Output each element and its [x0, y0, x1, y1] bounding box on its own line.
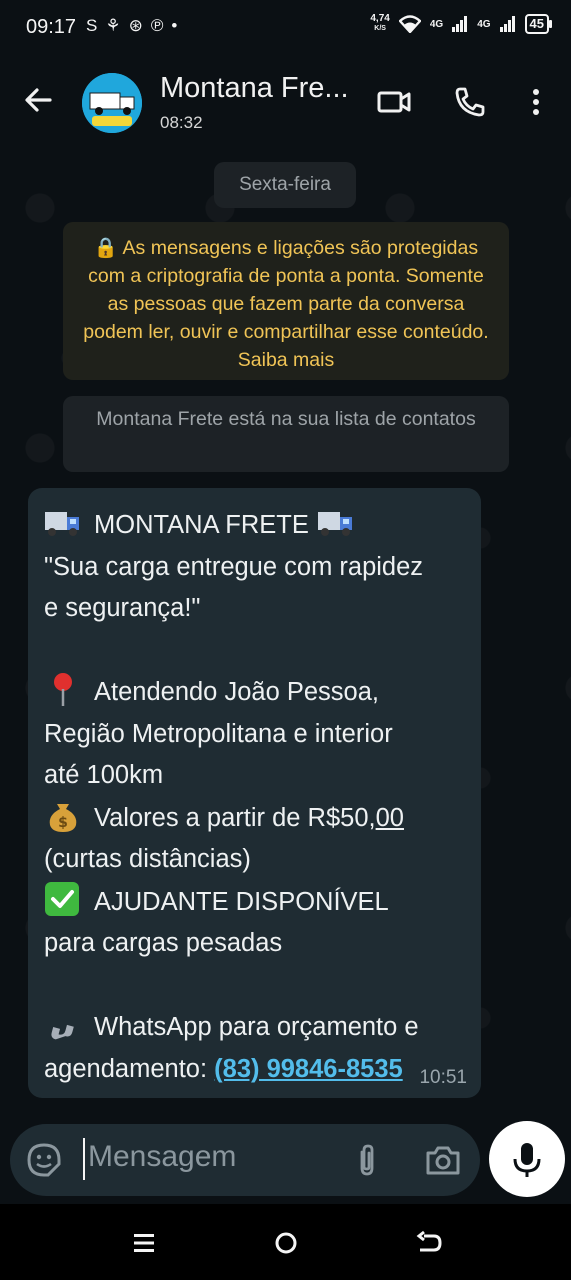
money-bag-emoji-icon: $ — [49, 803, 77, 832]
s-app-icon: S — [86, 16, 98, 35]
game-app-icon: ⊛ — [128, 16, 143, 35]
message-time: 10:51 — [419, 1067, 467, 1088]
network-4g-2: 4G — [477, 18, 491, 30]
recent-apps-icon[interactable] — [129, 1228, 159, 1258]
network-4g-1: 4G — [429, 18, 444, 30]
message-line: Atendendo João Pessoa, — [44, 671, 465, 714]
camera-icon[interactable] — [424, 1142, 462, 1178]
message-line: e segurança!" — [44, 594, 201, 622]
microphone-icon — [513, 1143, 541, 1177]
video-call-icon[interactable] — [376, 84, 412, 120]
contact-notice: Montana Frete está na sua lista de conta… — [63, 396, 509, 472]
message-line: "Sua carga entregue com rapidez — [44, 552, 424, 581]
flower-app-icon: ⚘ — [105, 16, 121, 35]
message-line: Região Metropolitana e interior — [44, 719, 393, 748]
signal-icon-2 — [499, 16, 515, 32]
last-seen: 08:32 — [160, 113, 203, 132]
date-chip: Sexta-feira — [214, 162, 356, 208]
system-icons: 4,74 K/S 4G 4G 45 — [370, 13, 553, 34]
text-cursor — [83, 1138, 85, 1180]
status-time: 09:17 — [26, 16, 77, 38]
truck-emoji-icon — [317, 512, 352, 536]
svg-text:$: $ — [58, 815, 68, 831]
microphone-button[interactable] — [489, 1121, 565, 1197]
message-line: até 100km — [44, 761, 164, 789]
pinterest-icon: ℗ — [150, 16, 164, 35]
voice-call-icon[interactable] — [452, 84, 488, 120]
attachment-clip-icon[interactable] — [350, 1142, 384, 1178]
truck-logo-icon — [82, 73, 142, 133]
back-nav-icon[interactable] — [414, 1228, 444, 1258]
message-line: AJUDANTE DISPONÍVEL — [44, 881, 465, 924]
sticker-emoji-icon[interactable] — [26, 1142, 62, 1178]
status-bar: 09:17 S ⚘ ⊛ ℗ • 4,74 K/S 4G 4G 45 — [0, 0, 571, 58]
message-bubble[interactable]: MONTANA FRETE "Sua carga entregue com ra… — [28, 488, 481, 1098]
chat-header: Montana Fre... 08:32 — [0, 58, 571, 148]
encryption-notice[interactable]: 🔒 As mensagens e ligações são protegidas… — [63, 222, 509, 380]
truck-emoji-icon — [45, 512, 79, 536]
more-notifications-dot-icon: • — [171, 16, 178, 35]
message-input[interactable]: Mensagem — [88, 1140, 236, 1174]
back-arrow-icon[interactable] — [20, 82, 56, 118]
message-line: MONTANA FRETE — [44, 504, 465, 547]
system-nav-bar — [0, 1204, 571, 1280]
more-options-icon[interactable] — [518, 84, 554, 120]
message-title: MONTANA FRETE — [94, 511, 309, 539]
message-line: agendamento: (83) 99846-8535 — [44, 1054, 403, 1083]
telephone-receiver-emoji-icon — [51, 1024, 74, 1040]
home-icon[interactable] — [271, 1228, 301, 1258]
message-line: WhatsApp para orçamento e — [44, 1006, 465, 1049]
wifi-icon — [398, 15, 421, 33]
battery-indicator: 45 — [524, 14, 553, 34]
phone-number-link[interactable]: (83) 99846-8535 — [214, 1055, 403, 1083]
network-speed: 4,74 K/S — [370, 13, 390, 33]
contact-name[interactable]: Montana Fre... — [160, 72, 349, 105]
notification-icons: S ⚘ ⊛ ℗ • — [86, 16, 177, 36]
signal-icon-1 — [452, 16, 468, 32]
chat-area[interactable]: Sexta-feira 🔒 As mensagens e ligações sã… — [0, 148, 571, 1120]
message-line: para cargas pesadas — [44, 929, 283, 957]
check-mark-emoji-icon — [45, 881, 79, 916]
avatar[interactable] — [82, 73, 142, 133]
message-input-bar[interactable]: Mensagem — [10, 1124, 480, 1196]
location-pin-emoji-icon — [54, 673, 72, 706]
message-line: (curtas distâncias) — [44, 845, 251, 873]
message-line: $ Valores a partir de R$50,00 — [44, 797, 465, 840]
